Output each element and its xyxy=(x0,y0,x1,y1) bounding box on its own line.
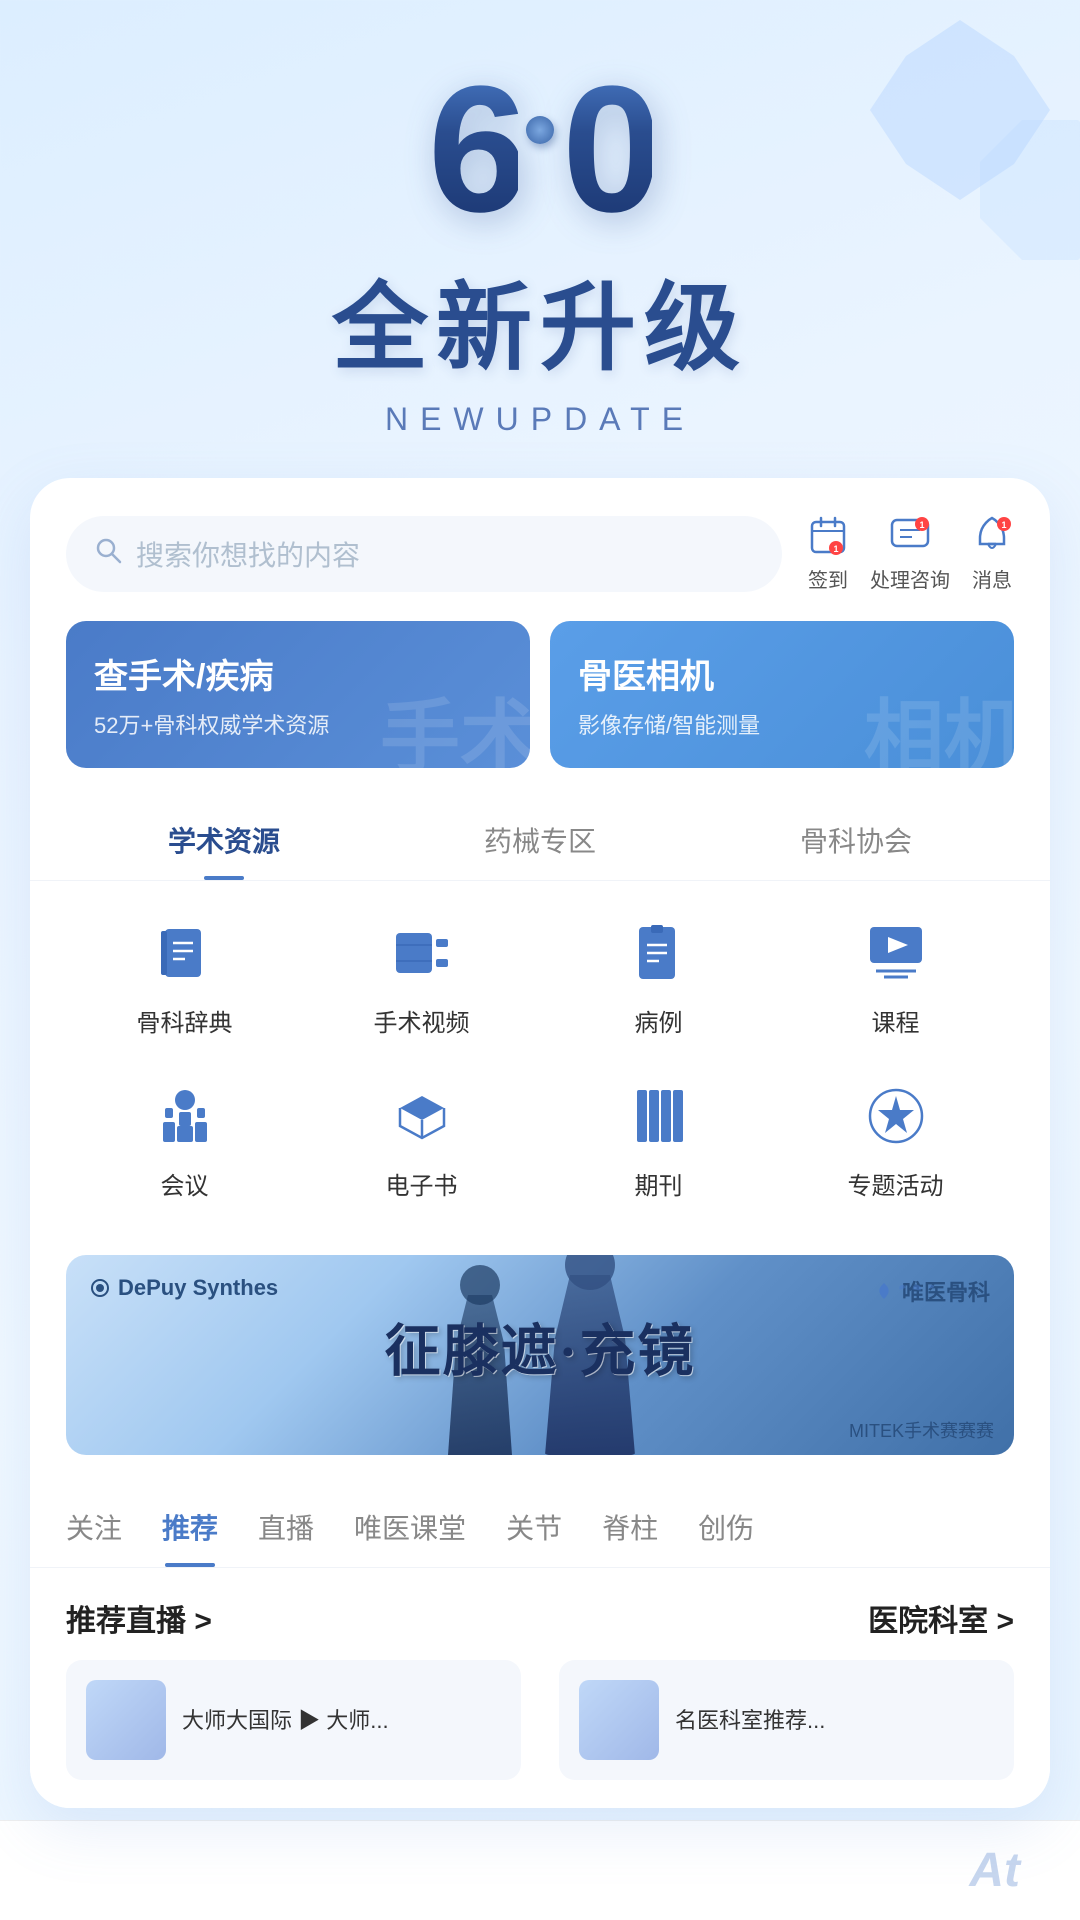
feature-card-2-title: 骨医相机 xyxy=(578,649,986,698)
grid-label-special: 专题活动 xyxy=(848,1166,944,1201)
search-surgery-card[interactable]: 查手术/疾病 52万+骨科权威学术资源 手术 xyxy=(66,621,530,768)
grid-row-2: 会议 电子书 xyxy=(66,1064,1014,1217)
grid-item-dictionary[interactable]: 骨科辞典 xyxy=(105,901,265,1054)
banner-center: 征膝遮·充镜 MITEK手术赛赛赛 xyxy=(66,1255,1014,1455)
grid-item-courses[interactable]: 课程 xyxy=(816,901,976,1054)
tab-association[interactable]: 骨科协会 xyxy=(698,796,1014,880)
version-number-row: 6 0 xyxy=(0,60,1080,240)
bottom-nav-bar: At xyxy=(0,1820,1080,1920)
bottom-section: 推荐直播 > 医院科室 > 大师大国际 ▶ 大师... 名医科室推荐... xyxy=(30,1568,1050,1808)
bottom-card-2[interactable]: 名医科室推荐... xyxy=(559,1660,1014,1780)
play-icon xyxy=(860,917,932,989)
banner-title: 征膝遮·充镜 xyxy=(385,1306,696,1387)
book-icon xyxy=(149,917,221,989)
search-icon xyxy=(94,536,122,571)
journal-icon xyxy=(623,1080,695,1152)
tab-pharma[interactable]: 药械专区 xyxy=(382,796,698,880)
consult-button[interactable]: 1 处理咨询 xyxy=(870,514,950,593)
content-tabs-section: 关注 推荐 直播 唯医课堂 关节 脊柱 创伤 xyxy=(30,1483,1050,1568)
grid-label-meeting: 会议 xyxy=(161,1166,209,1201)
main-card: 搜索你想找的内容 1 签到 xyxy=(30,478,1050,1808)
tabs-section: 学术资源 药械专区 骨科协会 xyxy=(30,796,1050,881)
message-label: 消息 xyxy=(972,564,1012,593)
book2-icon xyxy=(386,1080,458,1152)
chat-icon: 1 xyxy=(888,514,932,558)
grid-row-1: 骨科辞典 手术视频 xyxy=(66,901,1014,1054)
grid-label-ebook: 电子书 xyxy=(386,1166,458,1201)
bottom-cards: 大师大国际 ▶ 大师... 名医科室推荐... xyxy=(66,1660,1014,1780)
grid-section: 骨科辞典 手术视频 xyxy=(30,881,1050,1255)
search-placeholder-text: 搜索你想找的内容 xyxy=(136,534,360,574)
bottom-card-1-thumb xyxy=(86,1680,166,1760)
banner-section: DePuy Synthes 唯医骨科 xyxy=(30,1255,1050,1483)
bottom-card-1[interactable]: 大师大国际 ▶ 大师... xyxy=(66,1660,521,1780)
banner[interactable]: DePuy Synthes 唯医骨科 xyxy=(66,1255,1014,1455)
grid-label-dictionary: 骨科辞典 xyxy=(137,1003,233,1038)
grid-item-journal[interactable]: 期刊 xyxy=(579,1064,739,1217)
version-major: 6 xyxy=(428,60,518,240)
consult-label: 处理咨询 xyxy=(870,564,950,593)
tab-academic[interactable]: 学术资源 xyxy=(66,796,382,880)
podium-icon xyxy=(149,1080,221,1152)
grid-item-meeting[interactable]: 会议 xyxy=(105,1064,265,1217)
content-tab-classroom[interactable]: 唯医课堂 xyxy=(354,1483,466,1567)
version-dot xyxy=(526,116,554,144)
content-tab-live[interactable]: 直播 xyxy=(258,1483,314,1567)
bottom-card-2-text: 名医科室推荐... xyxy=(675,1704,825,1737)
svg-text:1: 1 xyxy=(1001,520,1006,530)
bone-camera-card[interactable]: 骨医相机 影像存储/智能测量 相机 xyxy=(550,621,1014,768)
search-section: 搜索你想找的内容 1 签到 xyxy=(30,478,1050,593)
hero-section: 6 0 全新升级 NEWUPDATE xyxy=(0,0,1080,478)
bell-icon: 1 xyxy=(970,514,1014,558)
checkin-button[interactable]: 1 签到 xyxy=(806,514,850,593)
grid-label-video: 手术视频 xyxy=(374,1003,470,1038)
grid-label-journal: 期刊 xyxy=(635,1166,683,1201)
feature-cards: 查手术/疾病 52万+骨科权威学术资源 手术 骨医相机 影像存储/智能测量 相机 xyxy=(30,593,1050,796)
grid-item-ebook[interactable]: 电子书 xyxy=(342,1064,502,1217)
content-tab-follow[interactable]: 关注 xyxy=(66,1483,122,1567)
live-section-title[interactable]: 推荐直播 > xyxy=(66,1596,212,1640)
tabs-row: 学术资源 药械专区 骨科协会 xyxy=(30,796,1050,880)
grid-label-courses: 课程 xyxy=(872,1003,920,1038)
version-minor: 0 xyxy=(562,60,652,240)
bottom-card-1-text: 大师大国际 ▶ 大师... xyxy=(182,1704,389,1737)
grid-item-video[interactable]: 手术视频 xyxy=(342,901,502,1054)
feature-card-1-title: 查手术/疾病 xyxy=(94,649,502,698)
section-header: 推荐直播 > 医院科室 > xyxy=(66,1596,1014,1640)
content-tab-trauma[interactable]: 创伤 xyxy=(698,1483,754,1567)
message-button[interactable]: 1 消息 xyxy=(970,514,1014,593)
calendar-icon: 1 xyxy=(806,514,850,558)
svg-text:1: 1 xyxy=(919,520,924,530)
at-icon: At xyxy=(969,1843,1020,1898)
content-tab-joint[interactable]: 关节 xyxy=(506,1483,562,1567)
video-icon xyxy=(386,917,458,989)
header-icons: 1 签到 1 处理咨询 xyxy=(806,514,1014,593)
checkin-label: 签到 xyxy=(808,564,848,593)
grid-label-cases: 病例 xyxy=(635,1003,683,1038)
content-tab-spine[interactable]: 脊柱 xyxy=(602,1483,658,1567)
feature-card-1-desc: 52万+骨科权威学术资源 xyxy=(94,708,502,740)
hero-subtitle: NEWUPDATE xyxy=(0,401,1080,438)
bottom-card-2-thumb xyxy=(579,1680,659,1760)
content-tabs-row: 关注 推荐 直播 唯医课堂 关节 脊柱 创伤 xyxy=(66,1483,1014,1567)
grid-item-cases[interactable]: 病例 xyxy=(579,901,739,1054)
search-bar[interactable]: 搜索你想找的内容 xyxy=(66,516,782,592)
content-tab-recommend[interactable]: 推荐 xyxy=(162,1483,218,1567)
feature-card-2-desc: 影像存储/智能测量 xyxy=(578,708,986,740)
document-icon xyxy=(623,917,695,989)
hospital-section-title[interactable]: 医院科室 > xyxy=(868,1596,1014,1640)
banner-subtitle: MITEK手术赛赛赛 xyxy=(849,1417,994,1443)
star-icon xyxy=(860,1080,932,1152)
hero-title: 全新升级 xyxy=(0,250,1080,389)
svg-text:1: 1 xyxy=(833,544,838,554)
grid-item-special[interactable]: 专题活动 xyxy=(816,1064,976,1217)
